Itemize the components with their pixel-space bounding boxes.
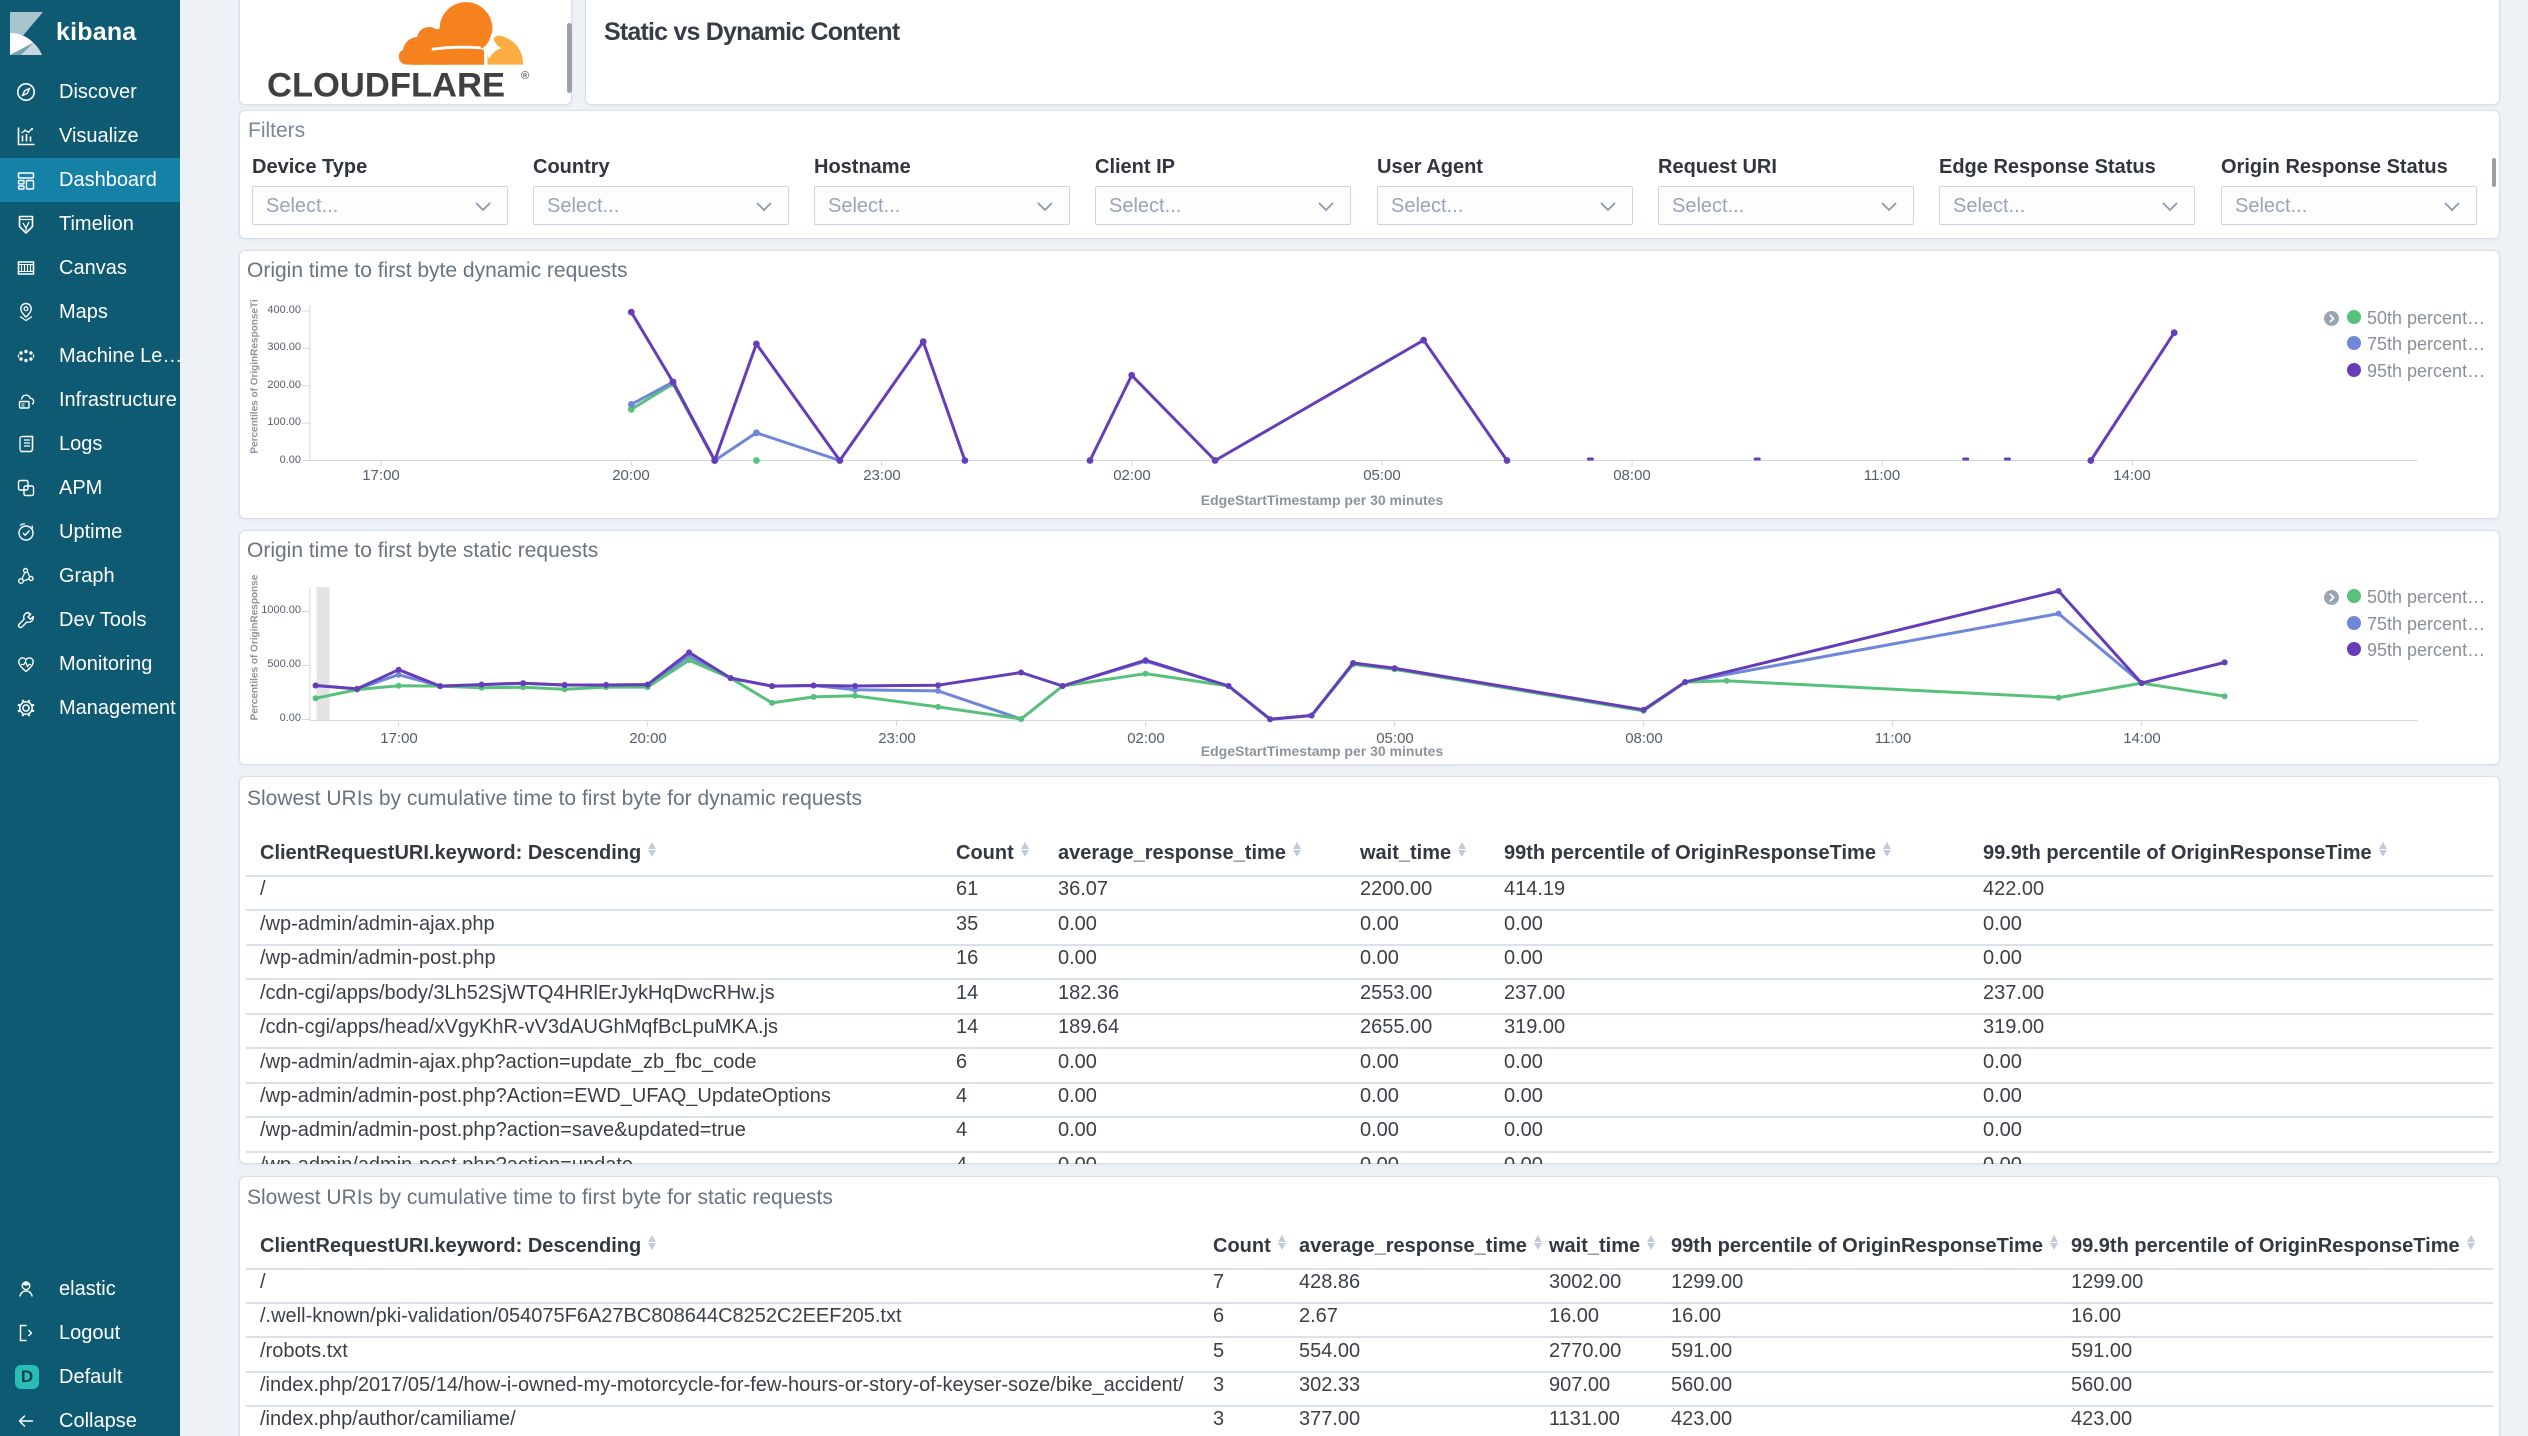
svg-text:®: ® [521, 70, 529, 82]
svg-text:CLOUDFLARE: CLOUDFLARE [267, 67, 505, 101]
